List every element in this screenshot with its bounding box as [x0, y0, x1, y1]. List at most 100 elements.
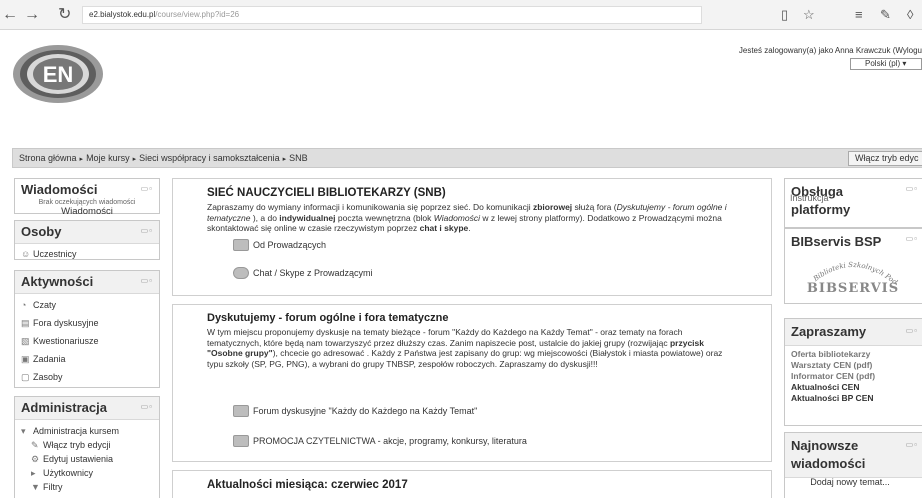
section-description: Zapraszamy do wymiany informacji i komun…	[207, 202, 737, 234]
web-note-icon[interactable]: ✎	[880, 6, 891, 24]
breadcrumb-current: SNB	[289, 153, 308, 163]
invite-item[interactable]: Aktualności CEN	[791, 382, 916, 393]
block-controls-icon[interactable]: ▭▫	[906, 234, 918, 243]
language-value: Polski (pl)	[865, 59, 901, 68]
breadcrumb-separator-icon: ▸	[79, 156, 84, 163]
resource-icon: ▢	[21, 372, 30, 382]
activity-label: Zasoby	[33, 372, 63, 382]
admin-header: Administracja ▭▫	[15, 397, 159, 420]
participants-label: Uczestnicy	[33, 249, 77, 259]
support-manual-link[interactable]: Instrukcja	[790, 193, 920, 203]
reading-promotion-link[interactable]: PROMOCJA CZYTELNICTWA - akcje, programy,…	[233, 435, 527, 447]
language-select[interactable]: Polski (pl) ▾	[850, 58, 922, 70]
activity-label: Czaty	[33, 300, 57, 310]
people-title: Osoby	[21, 224, 62, 239]
admin-users[interactable]: ▸ Użytkownicy	[21, 466, 153, 480]
admin-title: Administracja	[21, 400, 107, 415]
invite-item[interactable]: Oferta bibliotekarzy	[791, 349, 916, 360]
url-path: /course/view.php?id=26	[155, 10, 240, 19]
block-controls-icon[interactable]: ▭▫	[141, 402, 153, 411]
forum-icon	[233, 405, 249, 417]
admin-item-label: Użytkownicy	[43, 468, 94, 478]
course-admin-label: Administracja kursem	[33, 426, 120, 436]
block-controls-icon[interactable]: ▭▫	[141, 226, 153, 235]
admin-block: Administracja ▭▫ ▾ Administracja kursem ✎…	[14, 396, 160, 498]
forum-icon: ▤	[21, 318, 30, 328]
support-block: Obsługa platformy ▭▫	[784, 178, 922, 228]
activity-chats[interactable]: ◔ Czaty	[21, 296, 153, 314]
breadcrumb-category[interactable]: Sieci współpracy i samokształcenia	[139, 153, 280, 163]
breadcrumb-separator-icon: ▸	[132, 156, 137, 163]
text-part: ), a do	[250, 212, 280, 223]
link-label: Forum dyskusyjne "Każdy do Każdego na Ka…	[253, 406, 478, 416]
share-icon[interactable]: ◊	[907, 6, 913, 24]
address-bar[interactable]: e2.bialystok.edu.pl/course/view.php?id=2…	[82, 6, 702, 24]
reading-view-icon[interactable]: ▯	[781, 6, 788, 24]
chat-skype-link[interactable]: Chat / Skype z Prowadzącymi	[233, 267, 373, 279]
text-part-bold: zbiorowej	[532, 202, 573, 212]
forum-icon	[233, 239, 249, 251]
hub-menu-icon[interactable]: ≡	[855, 6, 863, 24]
block-controls-icon[interactable]: ▭▫	[906, 440, 918, 449]
chevron-down-icon: ▾	[902, 59, 907, 68]
assignment-icon: ▣	[21, 354, 30, 364]
link-label: PROMOCJA CZYTELNICTWA - akcje, programy,…	[253, 436, 527, 446]
text-part: Zapraszamy do wymiany informacji i komun…	[207, 202, 533, 212]
login-info: Jesteś zalogowany(a) jako Anna Krawczuk …	[738, 46, 922, 55]
back-arrow-icon[interactable]: ←	[2, 6, 18, 24]
block-controls-icon[interactable]: ▭▫	[141, 276, 153, 285]
invite-item[interactable]: Informator CEN (pdf)	[791, 371, 916, 382]
breadcrumb-bar: Strona główna ▸ Moje kursy ▸ Sieci współprac…	[12, 148, 922, 168]
bibservis-header: BIBservis BSP ▭▫	[785, 229, 922, 255]
activity-forums[interactable]: ▤ Fora dyskusyjne	[21, 314, 153, 332]
add-topic-link[interactable]: Dodaj nowy temat...	[785, 477, 915, 487]
favorite-star-icon[interactable]: ☆	[803, 6, 815, 24]
bibservis-logo-text: BIBSERVIS	[807, 281, 899, 296]
chat-icon: ◔	[21, 300, 27, 310]
browser-toolbar: ← → ↻ e2.bialystok.edu.pl/course/view.ph…	[0, 0, 922, 30]
text-part: ), chcecie go adresować . Każdy z Państw…	[207, 348, 723, 369]
text-part: poczta wewnętrzna (blok	[335, 212, 434, 223]
chat-icon	[233, 267, 249, 279]
block-controls-icon[interactable]: ▭▫	[906, 184, 918, 193]
admin-item-label: Włącz tryb edycji	[43, 440, 111, 450]
invite-item[interactable]: Warsztaty CEN (pdf)	[791, 360, 916, 371]
activity-assignments[interactable]: ▣ Zadania	[21, 350, 153, 368]
questionnaire-icon: ▧	[21, 336, 30, 346]
messages-empty: Brak oczekujących wiadomości	[38, 199, 136, 206]
forum-icon	[233, 435, 249, 447]
breadcrumb: Strona główna ▸ Moje kursy ▸ Sieci współprac…	[19, 153, 308, 163]
activity-label: Kwestionariusze	[33, 336, 99, 346]
edit-mode-button[interactable]: Włącz tryb edyc	[848, 151, 922, 166]
text-part-bold: indywidualnej	[279, 212, 336, 223]
forum-everyone-link[interactable]: Forum dyskusyjne "Każdy do Każdego na Ka…	[233, 405, 477, 417]
admin-settings[interactable]: ⚙ Edytuj ustawienia	[21, 452, 153, 466]
invite-item[interactable]: Aktualności BP CEN	[791, 393, 916, 404]
participants-link[interactable]: ☺ Uczestnicy	[21, 247, 153, 261]
refresh-icon[interactable]: ↻	[58, 6, 71, 24]
news-block: Najnowsze wiadomości ▭▫ Dodaj nowy temat…	[784, 432, 922, 498]
messages-link[interactable]: Wiadomości	[14, 206, 160, 217]
activity-questionnaires[interactable]: ▧ Kwestionariusze	[21, 332, 153, 350]
news-title: Najnowsze wiadomości	[791, 438, 866, 471]
text-part-italic: Wiadomości	[433, 212, 480, 223]
bibservis-block: BIBservis BSP ▭▫ Biblioteki Szkolnych Po…	[784, 228, 922, 304]
forum-from-leaders-link[interactable]: Od Prowadzących	[233, 239, 326, 251]
logo-letters: EN	[43, 62, 74, 87]
admin-edit-mode[interactable]: ✎ Włącz tryb edycji	[21, 438, 153, 452]
admin-filters[interactable]: ▼ Filtry	[21, 480, 153, 494]
breadcrumb-my-courses[interactable]: Moje kursy	[86, 153, 130, 163]
forward-arrow-icon[interactable]: →	[24, 6, 40, 24]
text-part-bold: chat i skype	[419, 223, 469, 233]
block-controls-icon[interactable]: ▭▫	[906, 326, 918, 335]
text-part: służą fora (	[572, 202, 617, 212]
text-part: .	[468, 223, 471, 233]
course-admin-node[interactable]: ▾ Administracja kursem	[21, 424, 153, 438]
news-header: Najnowsze wiadomości ▭▫	[785, 433, 922, 478]
link-label: Chat / Skype z Prowadzącymi	[253, 268, 373, 278]
breadcrumb-home[interactable]: Strona główna	[19, 153, 77, 163]
cen-logo: EN	[13, 45, 103, 103]
activity-resources[interactable]: ▢ Zasoby	[21, 368, 153, 386]
users-icon: ☺	[21, 249, 31, 259]
section-news-month: Aktualności miesiąca: czerwiec 2017	[172, 470, 772, 498]
